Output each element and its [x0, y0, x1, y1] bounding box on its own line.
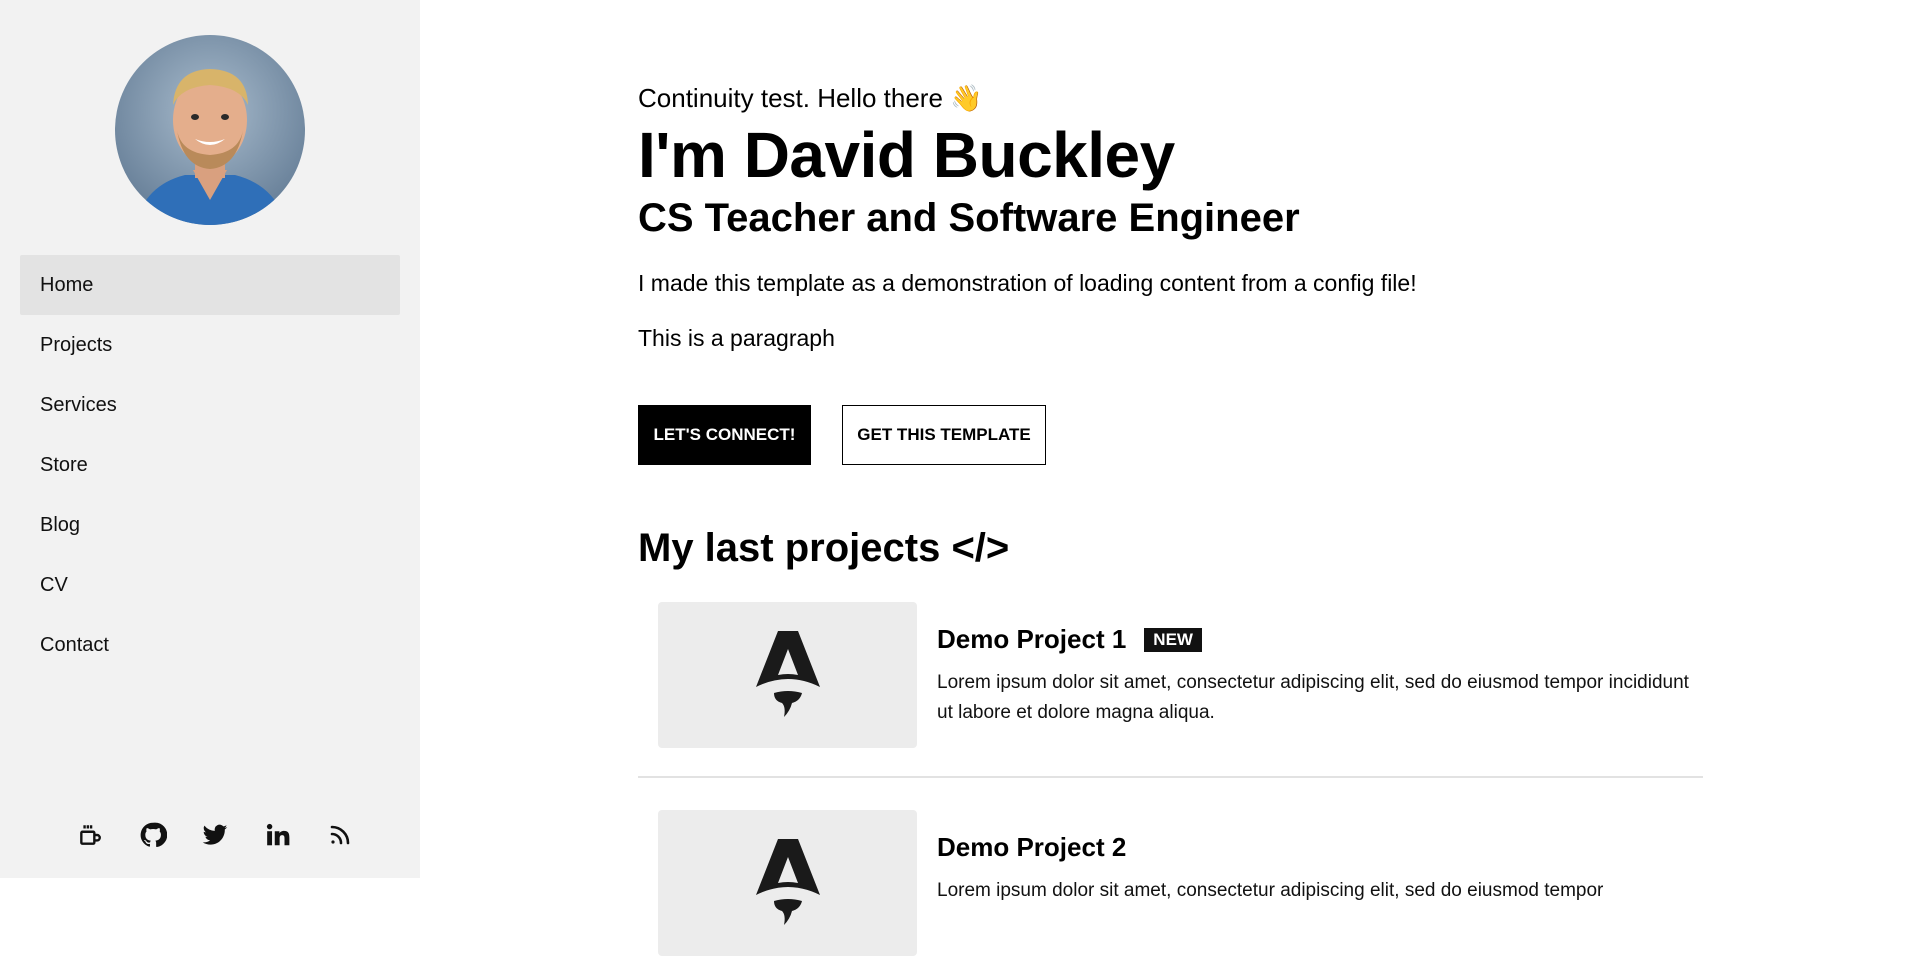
project-thumbnail — [658, 810, 917, 956]
project-title-row: Demo Project 1 NEW — [937, 624, 1202, 655]
nav-item-services[interactable]: Services — [20, 375, 400, 435]
nav-item-projects[interactable]: Projects — [20, 315, 400, 375]
linkedin-icon[interactable] — [258, 815, 298, 855]
sidebar: Home Projects Services Store Blog CV Con… — [0, 0, 420, 878]
nav-item-cv[interactable]: CV — [20, 555, 400, 615]
greeting: Continuity test. Hello there 👋 — [638, 83, 983, 113]
nav-item-store[interactable]: Store — [20, 435, 400, 495]
intro-description: I made this template as a demonstration … — [638, 270, 1417, 296]
coffee-icon[interactable] — [70, 815, 110, 855]
project-title: Demo Project 1 — [937, 624, 1127, 654]
project-description: Lorem ipsum dolor sit amet, consectetur … — [937, 880, 1604, 901]
rss-icon[interactable] — [320, 815, 360, 855]
new-badge: NEW — [1144, 627, 1202, 652]
nav-item-home[interactable]: Home — [20, 255, 400, 315]
project-description: Lorem ipsum dolor sit amet, consectetur … — [937, 672, 1689, 723]
get-template-button[interactable]: GET THIS TEMPLATE — [842, 405, 1046, 465]
project-title-row: Demo Project 2 — [937, 832, 1126, 863]
avatar — [115, 35, 305, 225]
sidebar-nav: Home Projects Services Store Blog CV Con… — [20, 255, 400, 675]
nav-item-blog[interactable]: Blog — [20, 495, 400, 555]
projects-section-title: My last projects </> — [638, 526, 1010, 570]
astro-logo-icon — [755, 839, 820, 925]
project-thumbnail — [658, 602, 917, 748]
connect-button[interactable]: LET'S CONNECT! — [638, 405, 811, 465]
avatar-portrait — [115, 35, 305, 225]
project-card[interactable]: Demo Project 1 NEW Lorem ipsum dolor sit… — [658, 602, 1703, 748]
social-links — [70, 815, 360, 855]
nav-item-contact[interactable]: Contact — [20, 615, 400, 675]
page-title: I'm David Buckley — [638, 119, 1175, 191]
subtitle: CS Teacher and Software Engineer — [638, 196, 1300, 240]
project-divider — [638, 776, 1703, 778]
github-icon[interactable] — [133, 815, 173, 855]
project-card[interactable]: Demo Project 2 Lorem ipsum dolor sit ame… — [658, 810, 1703, 956]
astro-logo-icon — [755, 631, 820, 717]
project-title: Demo Project 2 — [937, 832, 1127, 862]
twitter-icon[interactable] — [195, 815, 235, 855]
intro-paragraph: This is a paragraph — [638, 325, 835, 351]
